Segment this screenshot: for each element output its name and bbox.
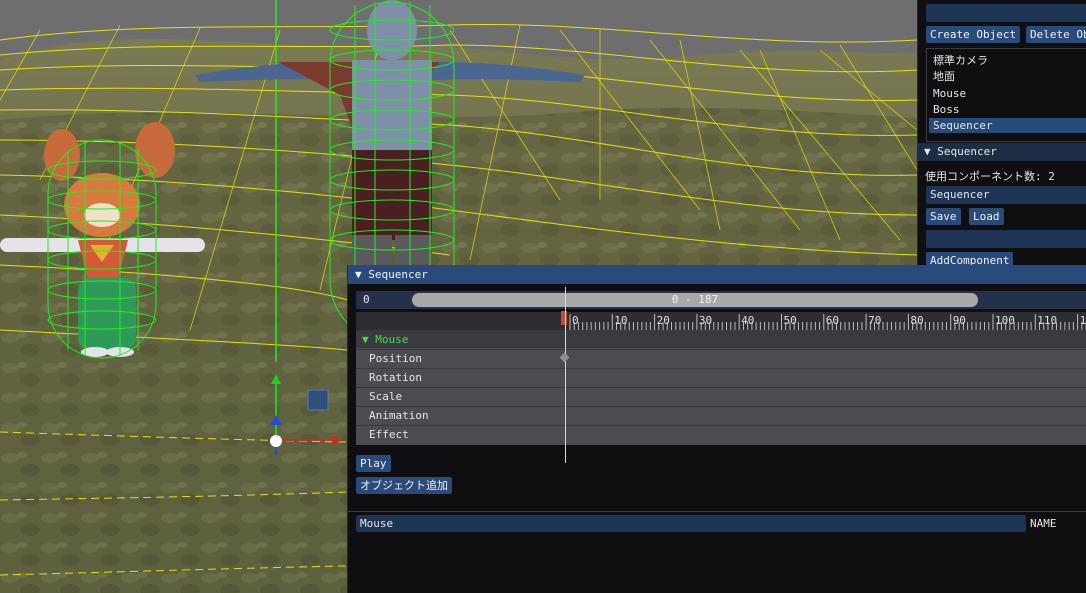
frame-range-label: 0 - 187: [671, 293, 719, 306]
ruler-tick-label: 12: [1080, 314, 1086, 327]
ruler-tick-label: 90: [953, 314, 966, 327]
track-row[interactable]: Rotation: [356, 368, 1086, 386]
delete-object-button[interactable]: Delete Ob: [1026, 26, 1086, 43]
component-name-value: Sequencer: [930, 188, 990, 201]
ruler-tick-label: 50: [784, 314, 797, 327]
list-item[interactable]: 地面: [933, 69, 955, 84]
save-button[interactable]: Save: [926, 208, 961, 225]
component-header[interactable]: ▼ Sequencer: [918, 143, 1086, 161]
component-search-input[interactable]: [926, 230, 1086, 248]
frame-range-slider[interactable]: 0 - 187: [412, 293, 978, 307]
track-row[interactable]: Scale: [356, 387, 1086, 405]
playhead-handle[interactable]: [561, 311, 567, 325]
ruler-tick-label: 100: [995, 314, 1015, 327]
ruler-tick-label: 40: [741, 314, 754, 327]
divider: [348, 511, 1086, 512]
track-area[interactable]: 0 10 20 30 40 50 60 70 80 90 100 110 12 ▼ Mouse Posi…: [356, 312, 1086, 445]
sequencer-title-bar[interactable]: ▼ Sequencer: [348, 265, 1086, 284]
ruler-tick-label: 20: [657, 314, 670, 327]
track-label: Scale: [369, 390, 403, 403]
object-list[interactable]: 標準カメラ 地面 Mouse Boss Sequencer: [926, 48, 1086, 142]
list-item-selected[interactable]: Sequencer: [929, 118, 1086, 133]
track-label: Rotation: [369, 371, 422, 384]
track-group-label: ▼ Mouse: [362, 333, 409, 346]
frame-control-bar: 0 0 - 187: [356, 291, 1086, 309]
track-row[interactable]: Position: [356, 349, 1086, 367]
track-label: Animation: [369, 409, 429, 422]
list-item[interactable]: 標準カメラ: [933, 53, 988, 68]
name-value: Mouse: [360, 517, 394, 530]
track-label: Position: [369, 352, 422, 365]
play-button[interactable]: Play: [356, 455, 391, 472]
ruler-tick-label: 70: [868, 314, 881, 327]
ruler-tick-label: 10: [614, 314, 627, 327]
ruler-tick-label: 30: [699, 314, 712, 327]
component-count-label: 使用コンポーネント数: 2: [925, 170, 1055, 183]
ruler-tick-label: 60: [826, 314, 839, 327]
track-row[interactable]: Effect: [356, 425, 1086, 443]
ruler-tick-label: 0: [572, 314, 579, 327]
name-input[interactable]: Mouse: [356, 515, 1026, 532]
component-name-field[interactable]: Sequencer: [926, 186, 1086, 204]
list-item[interactable]: Mouse: [933, 86, 966, 101]
list-item[interactable]: Boss: [933, 102, 960, 117]
object-name-input[interactable]: [926, 4, 1086, 22]
playhead-line[interactable]: [565, 287, 566, 463]
track-row[interactable]: Animation: [356, 406, 1086, 424]
name-label: NAME: [1030, 517, 1057, 530]
create-object-button[interactable]: Create Object: [926, 26, 1021, 43]
track-group-mouse[interactable]: ▼ Mouse: [356, 330, 1086, 348]
sequencer-window: ▼ Sequencer 0 0 - 187 0 10 20 30 40 50 60 70 80 9…: [347, 265, 1086, 593]
ruler-tick-label: 110: [1037, 314, 1057, 327]
track-label: Effect: [369, 428, 409, 441]
timeline-ruler[interactable]: 0 10 20 30 40 50 60 70 80 90 100 110 12: [356, 312, 1086, 330]
ruler-tick-label: 80: [910, 314, 923, 327]
add-object-button[interactable]: オブジェクト追加: [356, 477, 452, 494]
current-frame-input[interactable]: 0: [363, 291, 370, 309]
load-button[interactable]: Load: [969, 208, 1004, 225]
inspector-panel: Create Object Delete Ob 標準カメラ 地面 Mouse B…: [917, 0, 1086, 268]
